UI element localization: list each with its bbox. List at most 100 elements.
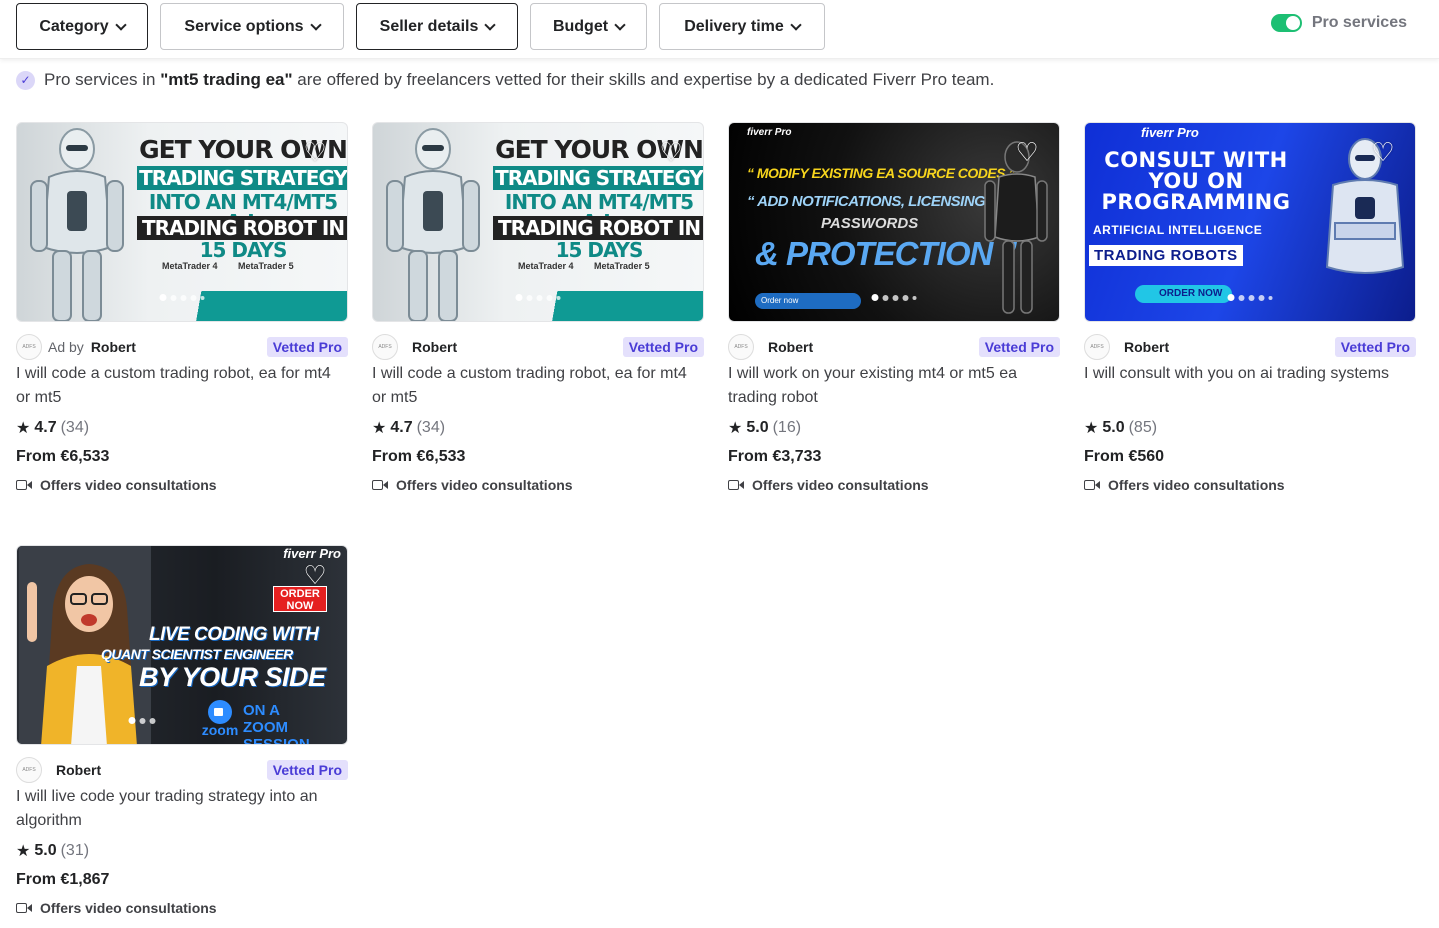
metatrader-5-logo: MetaTrader 5 bbox=[238, 261, 294, 271]
carousel-dot[interactable] bbox=[139, 717, 146, 724]
heart-icon[interactable]: ♡ bbox=[303, 562, 327, 588]
chevron-down-icon bbox=[614, 18, 626, 31]
gig-title[interactable]: I will code a custom trading robot, ea f… bbox=[372, 362, 704, 410]
pro-services-toggle[interactable]: Pro services bbox=[1270, 14, 1407, 32]
robot-illustration bbox=[1325, 138, 1405, 274]
gig-title[interactable]: I will live code your trading strategy i… bbox=[16, 785, 348, 833]
seller-name[interactable]: Robert bbox=[1124, 339, 1169, 355]
fiverr-pro-logo: fiverr Pro bbox=[1141, 125, 1199, 140]
metatrader-logos: MetaTrader 4 MetaTrader 5 bbox=[162, 261, 312, 271]
category-filter-button[interactable]: Category bbox=[16, 3, 148, 50]
carousel-dot[interactable] bbox=[149, 717, 156, 724]
price[interactable]: From €3,733 bbox=[728, 448, 1060, 466]
rating-value: 5.0 bbox=[1102, 419, 1125, 436]
carousel-dot[interactable] bbox=[190, 294, 197, 301]
gig-card[interactable]: GET YOUR OWN TRADING STRATEGY INTO AN MT… bbox=[372, 122, 704, 493]
avatar[interactable]: ADFS bbox=[16, 757, 42, 783]
price[interactable]: From €560 bbox=[1084, 448, 1416, 466]
price[interactable]: From €6,533 bbox=[372, 448, 704, 466]
carousel-dot[interactable] bbox=[546, 294, 553, 301]
review-count: (34) bbox=[416, 419, 446, 436]
budget-filter-button[interactable]: Budget bbox=[530, 3, 647, 50]
star-icon: ★ bbox=[728, 420, 743, 437]
gig-title[interactable]: I will code a custom trading robot, ea f… bbox=[16, 362, 348, 410]
thumb-text: TRADING ROBOTS bbox=[1089, 245, 1243, 266]
checkmark-icon: ✓ bbox=[16, 70, 35, 90]
seller-name[interactable]: Robert bbox=[412, 339, 457, 355]
gig-thumbnail[interactable]: fiverr Pro “ MODIFY EXISTING EA SOURCE C… bbox=[728, 122, 1060, 322]
carousel-dot[interactable] bbox=[128, 717, 136, 724]
seller-name[interactable]: Robert bbox=[768, 339, 813, 355]
toggle-switch[interactable] bbox=[1270, 14, 1302, 32]
heart-icon[interactable]: ♡ bbox=[1371, 139, 1395, 165]
carousel-dot[interactable] bbox=[912, 295, 917, 300]
carousel-dot[interactable] bbox=[556, 295, 561, 300]
heart-icon[interactable]: ♡ bbox=[303, 139, 327, 165]
gig-thumbnail[interactable]: fiverr Pro CONSULT WITH YOU ON PROGRAMMI… bbox=[1084, 122, 1416, 322]
price[interactable]: From €1,867 bbox=[16, 871, 348, 889]
carousel-dot[interactable] bbox=[515, 294, 523, 301]
carousel-dot[interactable] bbox=[200, 295, 205, 300]
gig-card[interactable]: GET YOUR OWN TRADING STRATEGY INTO AN MT… bbox=[16, 122, 348, 493]
carousel-dot[interactable] bbox=[1268, 295, 1273, 300]
service-options-filter-label: Service options bbox=[184, 17, 304, 35]
carousel-dots[interactable] bbox=[159, 294, 205, 301]
carousel-dots[interactable] bbox=[1227, 294, 1273, 301]
star-icon: ★ bbox=[372, 420, 387, 437]
star-icon: ★ bbox=[16, 843, 31, 860]
thumb-text: 15 DAYS bbox=[555, 238, 644, 262]
carousel-dot[interactable] bbox=[159, 294, 167, 301]
carousel-dot[interactable] bbox=[180, 294, 187, 301]
avatar[interactable]: ADFS bbox=[372, 334, 398, 360]
carousel-dot[interactable] bbox=[882, 294, 889, 301]
thumb-text: ON A ZOOM SESSION bbox=[243, 702, 310, 745]
gig-thumbnail[interactable]: GET YOUR OWN TRADING STRATEGY INTO AN MT… bbox=[16, 122, 348, 322]
carousel-dots[interactable] bbox=[871, 294, 917, 301]
heart-icon[interactable]: ♡ bbox=[659, 139, 683, 165]
seller-row: ADFS Robert Vetted Pro bbox=[372, 334, 704, 360]
video-camera-icon bbox=[728, 478, 744, 492]
carousel-dot[interactable] bbox=[1258, 294, 1265, 301]
carousel-dot[interactable] bbox=[1227, 294, 1235, 301]
heart-icon[interactable]: ♡ bbox=[1015, 139, 1039, 165]
order-now-graphic: ORDER NOW bbox=[1135, 285, 1233, 303]
carousel-dot[interactable] bbox=[902, 294, 909, 301]
carousel-dot[interactable] bbox=[892, 294, 899, 301]
seller-name[interactable]: Robert bbox=[91, 339, 136, 355]
gig-card[interactable]: fiverr Pro CONSULT WITH YOU ON PROGRAMMI… bbox=[1084, 122, 1416, 493]
carousel-dots[interactable] bbox=[128, 717, 156, 724]
video-consultation-label: Offers video consultations bbox=[40, 900, 217, 916]
avatar[interactable]: ADFS bbox=[16, 334, 42, 360]
pro-services-label: Pro services bbox=[1311, 14, 1407, 31]
seller-details-filter-button[interactable]: Seller details bbox=[356, 3, 518, 50]
delivery-time-filter-button[interactable]: Delivery time bbox=[659, 3, 825, 50]
service-options-filter-button[interactable]: Service options bbox=[160, 3, 344, 50]
carousel-dot[interactable] bbox=[536, 294, 543, 301]
budget-filter-label: Budget bbox=[552, 17, 609, 35]
gig-card[interactable]: fiverr Pro “ MODIFY EXISTING EA SOURCE C… bbox=[728, 122, 1060, 493]
price[interactable]: From €6,533 bbox=[16, 448, 348, 466]
video-consultation-label: Offers video consultations bbox=[752, 477, 929, 493]
metatrader-logos: MetaTrader 4 MetaTrader 5 bbox=[518, 261, 668, 271]
gig-thumbnail[interactable]: fiverr Pro ORDER NOW LIVE CODING WITH QU… bbox=[16, 545, 348, 745]
carousel-dot[interactable] bbox=[170, 294, 177, 301]
carousel-dots[interactable] bbox=[515, 294, 561, 301]
rating: ★ 5.0 (31) bbox=[16, 841, 348, 861]
order-now-graphic: Order now bbox=[755, 293, 861, 309]
avatar[interactable]: ADFS bbox=[1084, 334, 1110, 360]
filter-bar: Category Service options Seller details … bbox=[0, 0, 1439, 59]
chevron-down-icon bbox=[309, 18, 322, 31]
carousel-dot[interactable] bbox=[1248, 294, 1255, 301]
star-icon: ★ bbox=[1084, 420, 1099, 437]
gig-card[interactable]: fiverr Pro ORDER NOW LIVE CODING WITH QU… bbox=[16, 545, 348, 916]
gig-thumbnail[interactable]: GET YOUR OWN TRADING STRATEGY INTO AN MT… bbox=[372, 122, 704, 322]
seller-name[interactable]: Robert bbox=[56, 762, 101, 778]
thumb-text: PASSWORDS bbox=[821, 215, 919, 232]
carousel-dot[interactable] bbox=[526, 294, 533, 301]
carousel-dot[interactable] bbox=[1238, 294, 1245, 301]
carousel-dot[interactable] bbox=[871, 294, 879, 301]
gig-title[interactable]: I will consult with you on ai trading sy… bbox=[1084, 362, 1416, 410]
avatar[interactable]: ADFS bbox=[728, 334, 754, 360]
pro-info-text: Pro services in "mt5 trading ea" are off… bbox=[44, 70, 994, 90]
gig-title[interactable]: I will work on your existing mt4 or mt5 … bbox=[728, 362, 1060, 410]
